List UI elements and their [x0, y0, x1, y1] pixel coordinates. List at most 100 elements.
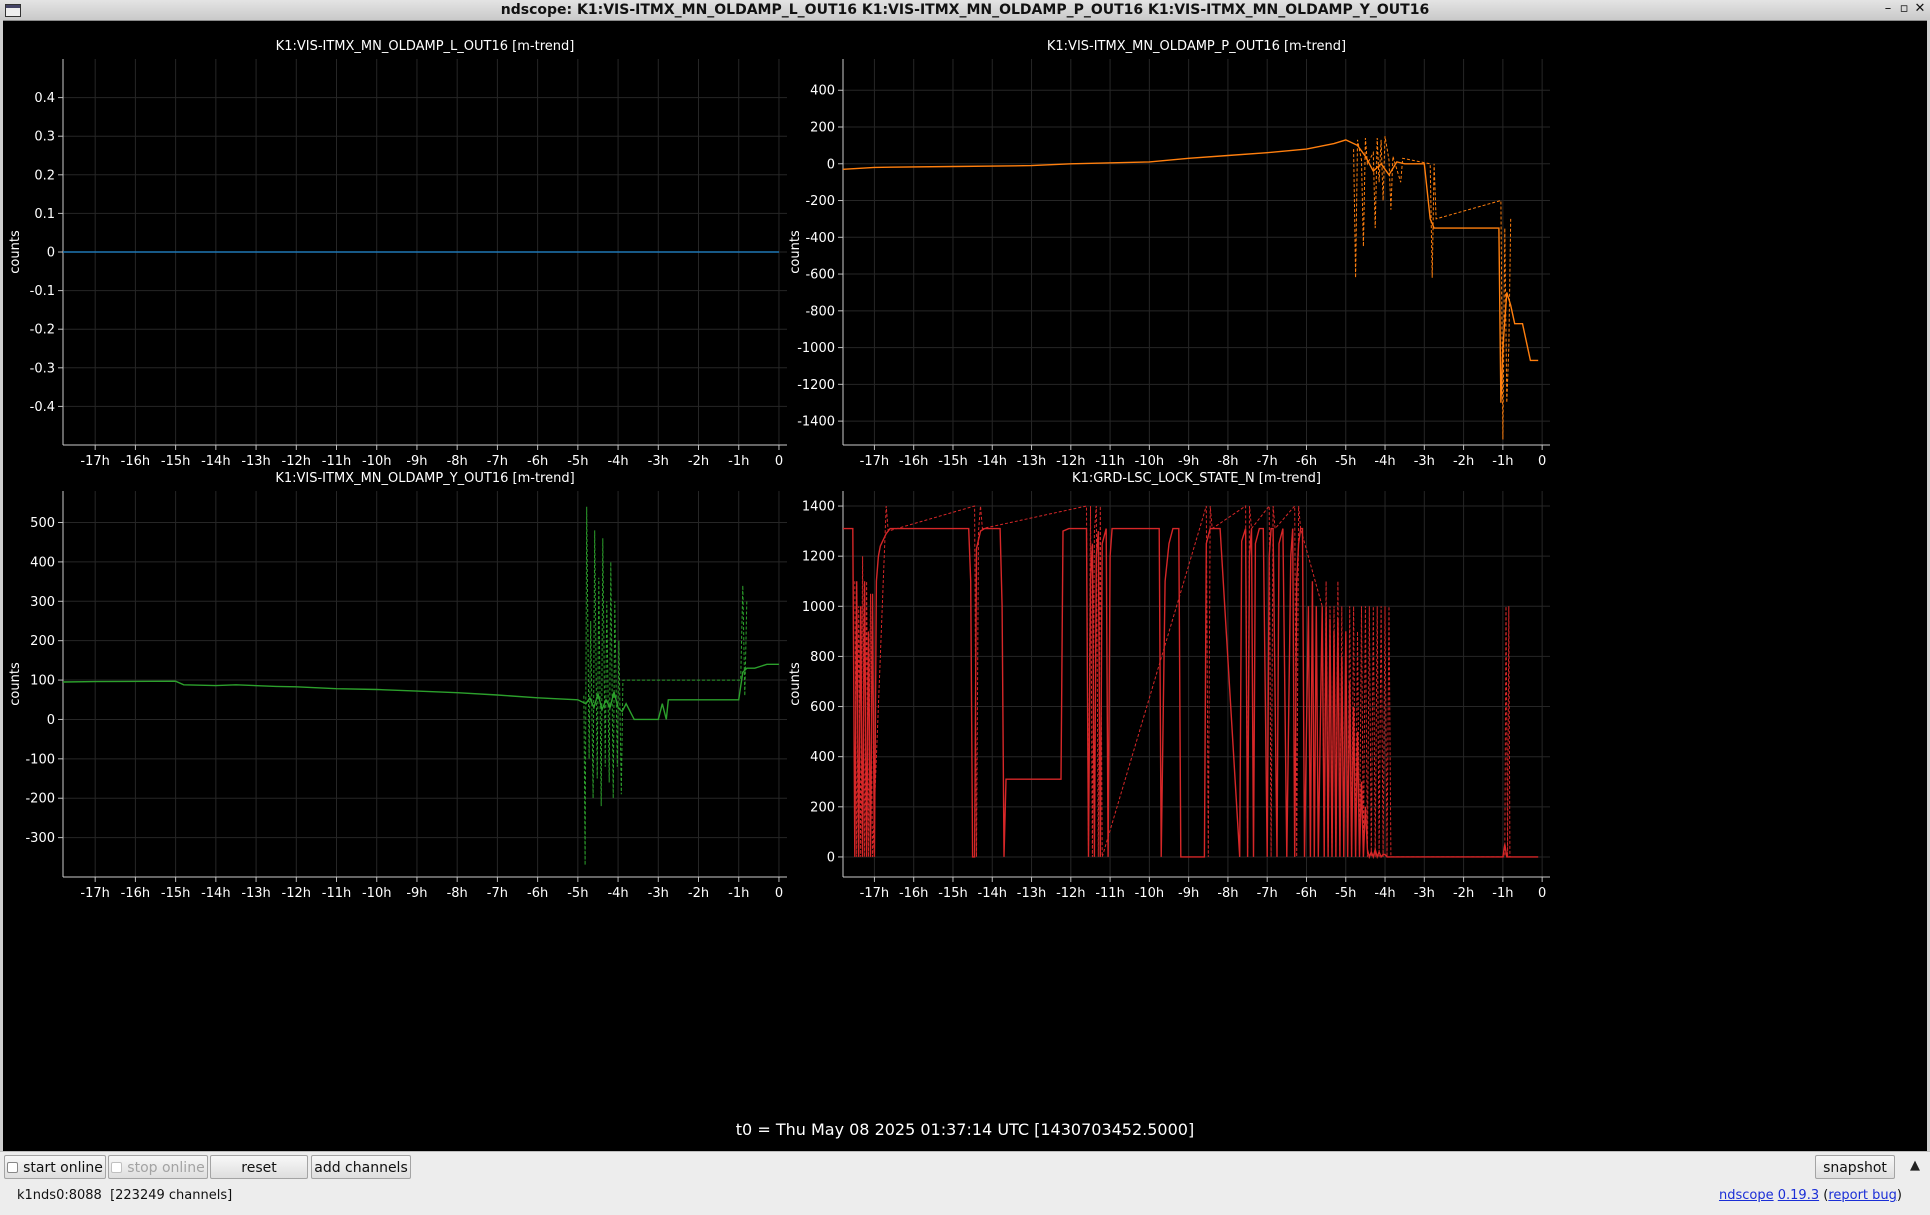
- x-tick-label: -8h: [1217, 886, 1238, 901]
- y-tick-label: 400: [30, 555, 55, 570]
- y-tick-label: 1000: [802, 600, 835, 615]
- version-link[interactable]: 0.19.3: [1778, 1188, 1819, 1203]
- y-tick-label: -0.1: [30, 284, 55, 299]
- plot-panel-4[interactable]: K1:GRD-LSC_LOCK_STATE_N [m-trend] -17h -16…: [788, 471, 1550, 901]
- x-tick-label: -14h: [201, 886, 230, 901]
- x-tick-label: -4h: [607, 454, 628, 469]
- x-tick-label: -7h: [487, 886, 508, 901]
- plot-panel-2[interactable]: K1:VIS-ITMX_MN_OLDAMP_P_OUT16 [m-trend] -…: [788, 39, 1550, 469]
- x-tick-label: -3h: [648, 886, 669, 901]
- expand-arrow-icon[interactable]: ▲: [1910, 1158, 1920, 1173]
- y-tick-label: 0.4: [34, 91, 55, 106]
- x-tick-label: -3h: [1414, 454, 1435, 469]
- plot-title: K1:VIS-ITMX_MN_OLDAMP_L_OUT16 [m-trend]: [276, 39, 575, 54]
- plot-title: K1:GRD-LSC_LOCK_STATE_N [m-trend]: [1072, 471, 1321, 486]
- y-tick-label: -300: [25, 831, 55, 846]
- y-tick-label: 0: [47, 713, 55, 728]
- y-tick-label: 0: [827, 850, 835, 865]
- y-tick-label: 0: [827, 157, 835, 172]
- y-tick-label: 1200: [802, 550, 835, 565]
- x-tick-label: -5h: [567, 886, 588, 901]
- x-tick-label: 0: [1538, 454, 1546, 469]
- x-tick-label: -15h: [938, 886, 967, 901]
- x-tick-label: -6h: [1296, 886, 1317, 901]
- t0-label: t0 = Thu May 08 2025 01:37:14 UTC [14307…: [736, 1120, 1194, 1139]
- x-tick-label: -12h: [1056, 886, 1085, 901]
- y-tick-label: -200: [25, 792, 55, 807]
- x-tick-label: -9h: [406, 454, 427, 469]
- x-tick-label: -10h: [362, 886, 391, 901]
- bottom-toolbar: start online stop online reset add chann…: [0, 1151, 1930, 1215]
- maximize-icon[interactable]: ▫: [1896, 1, 1912, 16]
- plots-canvas[interactable]: t0 = Thu May 08 2025 01:37:14 UTC [14307…: [4, 24, 1926, 1152]
- stop-icon: [111, 1162, 123, 1173]
- plot-area[interactable]: t0 = Thu May 08 2025 01:37:14 UTC [14307…: [4, 24, 1926, 1152]
- x-tick-label: 0: [775, 886, 783, 901]
- y-tick-label: 1400: [802, 500, 835, 515]
- x-tick-label: -11h: [1095, 454, 1124, 469]
- y-tick-label: -600: [805, 268, 835, 283]
- x-tick-label: -3h: [648, 454, 669, 469]
- add-channels-button[interactable]: add channels: [311, 1155, 411, 1179]
- x-tick-label: -5h: [1335, 454, 1356, 469]
- x-tick-label: -14h: [978, 886, 1007, 901]
- minimize-icon[interactable]: –: [1880, 1, 1896, 16]
- y-tick-label: 400: [810, 750, 835, 765]
- y-tick-label: -1000: [797, 341, 835, 356]
- series-minmax-line: [583, 506, 748, 866]
- stop-online-button: stop online: [108, 1155, 208, 1179]
- x-tick-label: -9h: [406, 886, 427, 901]
- x-tick-label: -5h: [567, 454, 588, 469]
- y-tick-label: 200: [810, 800, 835, 815]
- y-tick-label: -400: [805, 231, 835, 246]
- x-tick-label: -16h: [899, 454, 928, 469]
- reset-button[interactable]: reset: [210, 1155, 308, 1179]
- close-icon[interactable]: ✕: [1912, 1, 1928, 16]
- y-tick-label: -1200: [797, 378, 835, 393]
- y-tick-label: -200: [805, 194, 835, 209]
- x-tick-label: -16h: [121, 886, 150, 901]
- x-tick-label: -10h: [1135, 454, 1164, 469]
- x-tick-label: -13h: [241, 886, 270, 901]
- server-status: k1nds0:8088 [223249 channels]: [17, 1188, 233, 1203]
- x-tick-label: -9h: [1178, 454, 1199, 469]
- plot-panel-3[interactable]: K1:VIS-ITMX_MN_OLDAMP_Y_OUT16 [m-trend] -…: [8, 471, 787, 901]
- x-tick-label: -16h: [899, 886, 928, 901]
- x-tick-label: -7h: [1257, 886, 1278, 901]
- x-tick-label: -1h: [728, 886, 749, 901]
- x-tick-label: -2h: [688, 454, 709, 469]
- plot-panel-1[interactable]: K1:VIS-ITMX_MN_OLDAMP_L_OUT16 [m-trend] -…: [8, 39, 787, 469]
- x-tick-label: -6h: [527, 454, 548, 469]
- y-tick-label: 300: [30, 595, 55, 610]
- ndscope-link[interactable]: ndscope: [1719, 1188, 1774, 1203]
- y-axis-label: counts: [788, 662, 803, 706]
- y-tick-label: 100: [30, 674, 55, 689]
- y-tick-label: 800: [810, 650, 835, 665]
- x-tick-label: -17h: [80, 454, 109, 469]
- window-frame-left: [0, 20, 3, 1151]
- y-tick-label: 0: [47, 246, 55, 261]
- start-online-button[interactable]: start online: [4, 1155, 106, 1179]
- x-tick-label: -11h: [322, 886, 351, 901]
- y-tick-label: 0.2: [34, 168, 55, 183]
- x-tick-label: -16h: [121, 454, 150, 469]
- x-tick-label: -4h: [607, 886, 628, 901]
- y-axis-label: counts: [788, 230, 803, 274]
- x-tick-label: -2h: [1453, 886, 1474, 901]
- x-tick-label: 0: [1538, 886, 1546, 901]
- snapshot-button[interactable]: snapshot: [1815, 1155, 1895, 1179]
- report-bug-link[interactable]: report bug: [1828, 1188, 1897, 1203]
- x-tick-label: -7h: [1257, 454, 1278, 469]
- ndscope-window: ndscope: K1:VIS-ITMX_MN_OLDAMP_L_OUT16 K…: [0, 0, 1930, 1215]
- y-tick-label: 200: [810, 121, 835, 136]
- x-tick-label: -7h: [487, 454, 508, 469]
- title-bar[interactable]: ndscope: K1:VIS-ITMX_MN_OLDAMP_L_OUT16 K…: [0, 0, 1930, 21]
- y-tick-label: 500: [30, 516, 55, 531]
- plot-title: K1:VIS-ITMX_MN_OLDAMP_P_OUT16 [m-trend]: [1047, 39, 1346, 54]
- x-tick-label: -17h: [860, 886, 889, 901]
- x-tick-label: -12h: [282, 454, 311, 469]
- x-tick-label: -17h: [80, 886, 109, 901]
- x-tick-label: -13h: [1017, 886, 1046, 901]
- play-icon: [7, 1162, 19, 1173]
- x-tick-label: -6h: [1296, 454, 1317, 469]
